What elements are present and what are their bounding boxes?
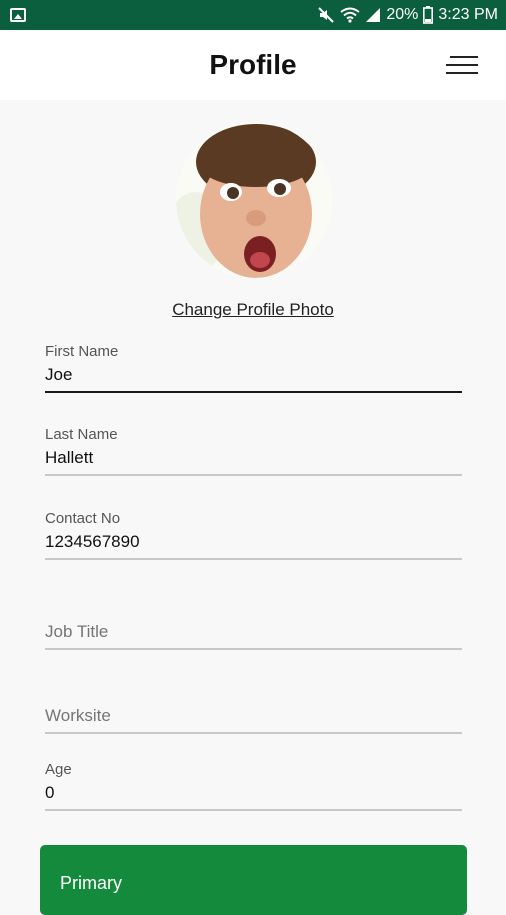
status-time: 3:23 PM [438, 6, 498, 23]
first-name-field: First Name [45, 342, 462, 393]
change-profile-photo-link[interactable]: Change Profile Photo [0, 300, 506, 320]
job-title-field [45, 619, 462, 650]
last-name-field: Last Name [45, 425, 462, 476]
last-name-input[interactable] [45, 445, 462, 471]
avatar[interactable] [176, 122, 332, 278]
image-notification-icon [10, 8, 26, 22]
worksite-field [45, 703, 462, 734]
mute-icon [317, 6, 335, 24]
primary-button[interactable]: Primary [40, 845, 467, 915]
first-name-input[interactable] [45, 362, 462, 388]
age-label: Age [45, 761, 72, 778]
first-name-label: First Name [45, 343, 119, 360]
battery-level: 20% [386, 6, 419, 23]
contact-no-field: Contact No [45, 509, 462, 560]
wifi-icon [340, 7, 360, 23]
age-input[interactable] [45, 780, 462, 806]
contact-no-underline [45, 558, 462, 560]
worksite-input[interactable] [45, 703, 462, 729]
first-name-underline [45, 391, 462, 393]
battery-icon [423, 6, 434, 24]
signal-icon [365, 7, 381, 23]
job-title-input[interactable] [45, 619, 462, 645]
last-name-underline [45, 474, 462, 476]
age-underline [45, 809, 462, 811]
primary-label: Primary [60, 873, 122, 893]
age-field: Age [45, 760, 462, 811]
app-header: Profile [0, 30, 506, 100]
job-title-underline [45, 648, 462, 650]
contact-no-input[interactable] [45, 529, 462, 555]
hamburger-menu-icon[interactable] [444, 52, 478, 80]
page-title: Profile [209, 49, 297, 80]
last-name-label: Last Name [45, 426, 118, 443]
contact-no-label: Contact No [45, 510, 121, 527]
status-bar: 20% 3:23 PM [0, 0, 506, 30]
worksite-underline [45, 732, 462, 734]
